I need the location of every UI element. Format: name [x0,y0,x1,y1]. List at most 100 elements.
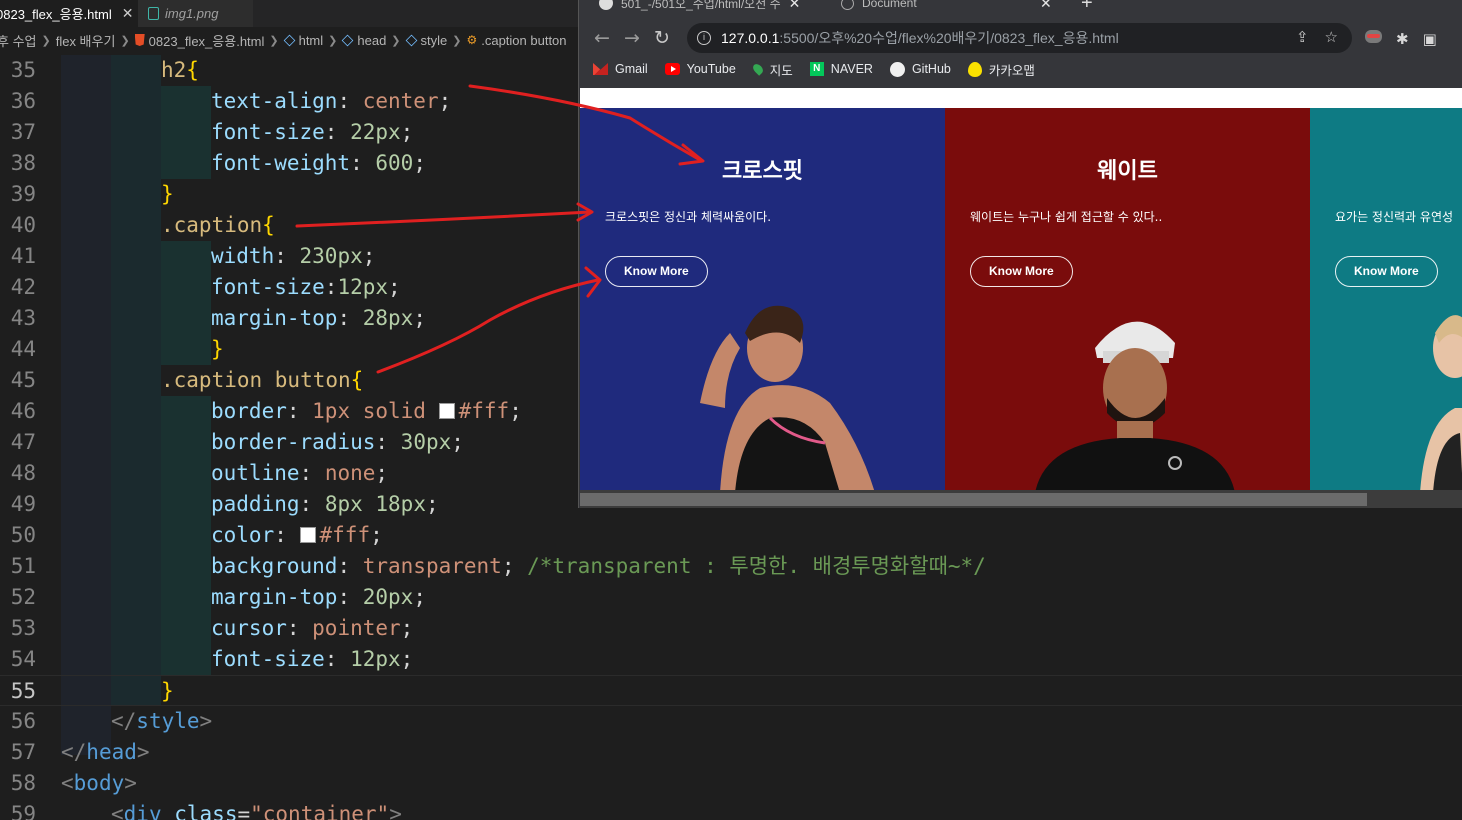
puzzle-icon[interactable]: ✱ [1396,30,1409,48]
element-icon [342,34,354,46]
know-more-button[interactable]: Know More [1335,256,1438,287]
line-number: 46 [10,399,36,423]
css-property: font-weight [211,151,351,175]
back-icon[interactable]: ← [587,27,617,49]
css-selector: .caption button [161,368,351,392]
html-tag: style [136,709,200,733]
bookmark-label: YouTube [686,62,736,76]
address-bar[interactable]: i 127.0.0.1:5500/오후%20수업/flex%20배우기/0823… [687,23,1352,53]
line-number: 52 [10,585,36,609]
page-viewport: 크로스핏 크로스핏은 정신과 체력싸움이다. Know More 웨이트 웨이트… [580,88,1462,490]
forward-icon[interactable]: → [617,27,647,49]
element-icon [405,34,417,46]
close-icon[interactable]: ✕ [789,0,801,12]
line-number: 41 [10,244,36,268]
breadcrumb-item[interactable]: html [299,33,324,48]
code-line: 58 <body> [0,768,1462,799]
share-icon[interactable]: ⇪ [1296,28,1309,46]
css-property: font-size [211,647,325,671]
bookmark-label: NAVER [830,62,873,76]
brace: { [186,58,199,82]
editor-tab-png[interactable]: img1.png [138,0,253,27]
css-property: border-radius [211,430,376,454]
know-more-button[interactable]: Know More [605,256,708,287]
card-crossfit: 크로스핏 크로스핏은 정신과 체력싸움이다. Know More [580,108,945,490]
horizontal-scrollbar[interactable] [580,490,1462,508]
breadcrumb-item[interactable]: style [421,33,448,48]
html-tag: body [73,771,125,795]
css-selector: .caption [161,213,263,237]
browser-window: 501_-/501오_수업/html/오전 수 ✕ Document ✕ + ←… [578,0,1462,508]
bookmark-youtube[interactable]: YouTube [664,62,736,76]
browser-tab-strip: 501_-/501오_수업/html/오전 수 ✕ Document ✕ + [579,0,1462,18]
css-value: #fff [458,399,510,423]
card-title: 웨이트 [1097,159,1158,184]
css-property: cursor [211,616,287,640]
card-weight: 웨이트 웨이트는 누구나 쉽게 접근할 수 있다.. Know More [945,108,1310,490]
url-host: 127.0.0.1 [721,30,780,46]
css-value: 20px [362,585,414,609]
css-property: border [211,399,287,423]
image-file-icon [148,7,159,20]
html-tag: head [86,740,137,764]
breadcrumb-item[interactable]: 후 수업 [0,31,37,50]
scrollbar-thumb[interactable] [580,493,1367,506]
breadcrumb-item[interactable]: head [357,33,386,48]
chevron-right-icon: ❯ [120,34,130,47]
bookmark-naver[interactable]: N NAVER [809,62,873,76]
kakaomap-icon [967,61,982,77]
css-property: color [211,523,275,547]
extension-mask-icon[interactable] [1365,30,1382,43]
line-number: 40 [10,213,36,237]
new-tab-button[interactable]: + [1081,0,1093,15]
know-more-button[interactable]: Know More [970,256,1073,287]
css-value: center [362,89,439,113]
browser-tab-document[interactable]: Document ✕ [841,0,1052,14]
star-icon[interactable]: ☆ [1325,28,1338,46]
close-icon[interactable]: ✕ [122,5,134,22]
url-path: :5500/오후%20수업/flex%20배우기/0823_flex_응용.ht… [779,30,1119,46]
breadcrumb-item[interactable]: 0823_flex_응용.html [149,31,265,50]
color-swatch[interactable] [299,527,316,543]
line-number: 57 [10,740,36,764]
css-value: 28px [362,306,414,330]
athlete-photo-woman [700,305,875,490]
sidepanel-icon[interactable]: ▣ [1423,30,1437,48]
code-line: 52 margin-top: 20px; [0,582,1462,613]
line-number: 54 [10,647,36,671]
bookmark-github[interactable]: GitHub [889,61,951,77]
bookmark-maps[interactable]: 지도 [750,60,793,79]
chevron-right-icon: ❯ [269,34,279,47]
css-value: none [324,461,376,485]
chevron-right-icon: ❯ [452,34,462,47]
bookmark-gmail[interactable]: Gmail [593,62,648,76]
close-icon[interactable]: ✕ [1040,0,1052,12]
css-value: 600 [375,151,414,175]
github-icon [889,61,905,77]
code-line: 59 <div class="container"> [0,799,1462,820]
breadcrumb-item[interactable]: flex 배우기 [56,31,116,50]
card-caption: 크로스핏은 정신과 체력싸움이다. [605,210,772,224]
editor-tab-html[interactable]: 0823_flex_응용.html ✕ [0,0,138,27]
css-property: text-align [211,89,338,113]
css-value: 12px [337,275,389,299]
brace: { [350,368,364,392]
css-property: font-size [211,275,325,299]
line-number: 44 [10,337,36,361]
card-yoga: 요가는 정신력과 유연성 Know More [1310,108,1462,490]
breadcrumb-item[interactable]: .caption button [481,33,566,48]
css-value: #fff [319,523,371,547]
info-icon[interactable]: i [697,31,711,45]
editor-tab-label: 0823_flex_응용.html [0,7,112,22]
color-swatch[interactable] [438,403,455,419]
line-number: 55 [10,679,36,703]
browser-tab-github[interactable]: 501_-/501오_수업/html/오전 수 ✕ [599,0,800,14]
css-value: 30px [400,430,452,454]
brace: { [262,213,275,237]
line-number: 49 [10,492,36,516]
bookmark-kakaomap[interactable]: 카카오맵 [967,60,1035,79]
html-tag: div [123,802,162,820]
line-number: 50 [10,523,36,547]
reload-icon[interactable]: ↻ [647,27,677,49]
browser-tab-label: Document [862,0,917,10]
